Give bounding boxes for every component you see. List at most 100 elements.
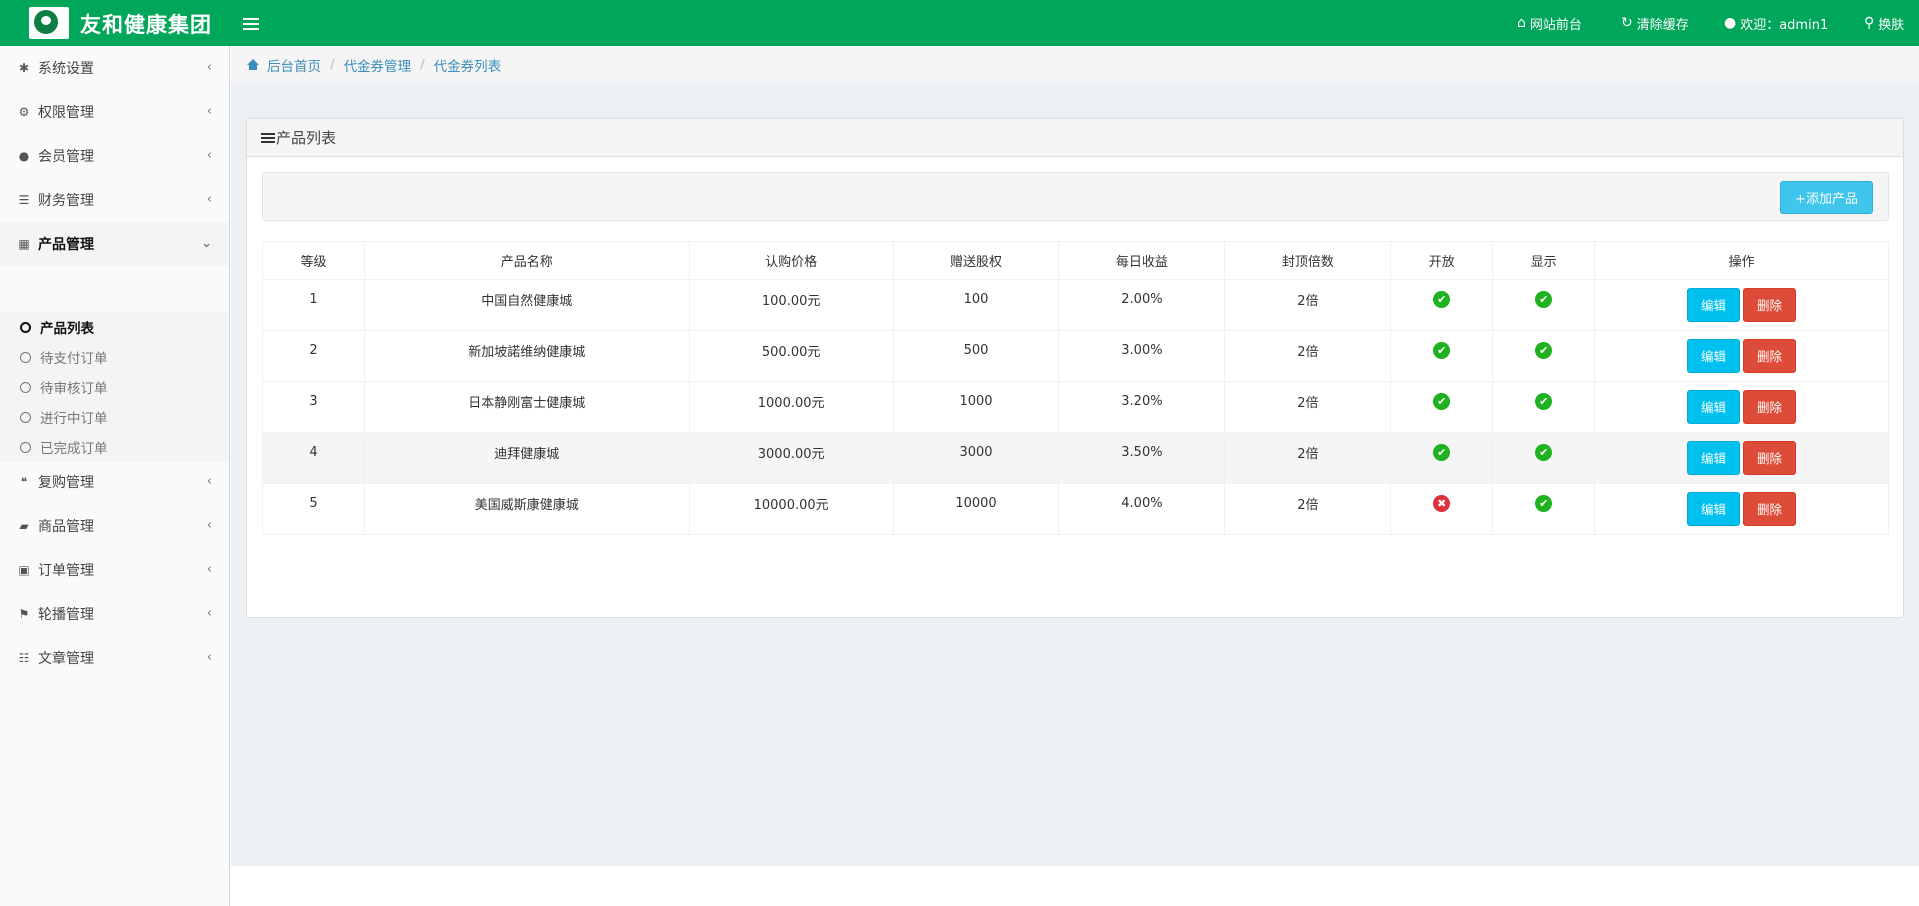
- submenu-item-pending-payment[interactable]: 待支付订单: [20, 345, 108, 369]
- delete-button[interactable]: 删除: [1743, 390, 1797, 424]
- main-content: 后台首页 / 代金券管理 / 代金券列表 产品列表 +添加产品 等级 产品名称 …: [231, 46, 1919, 866]
- check-circle-icon[interactable]: ✔: [1535, 494, 1553, 512]
- edit-button[interactable]: 编辑: [1687, 441, 1741, 475]
- table-header-row: 等级 产品名称 认购价格 赠送股权 每日收益 封顶倍数 开放 显示 操作: [262, 241, 1889, 280]
- cell-price: 10000.00元: [688, 483, 894, 535]
- delete-button[interactable]: 删除: [1743, 492, 1797, 526]
- bars-icon: ☰: [18, 193, 30, 207]
- submenu-item-pending-review[interactable]: 待审核订单: [20, 375, 108, 399]
- qrcode-icon: ▦: [18, 237, 30, 251]
- circle-icon: [20, 351, 31, 363]
- user-icon: ●: [1724, 15, 1737, 31]
- cell-actions: 编辑 删除: [1594, 381, 1889, 433]
- refresh-icon: ↻: [1621, 15, 1633, 31]
- sidebar-item-articles[interactable]: ☷ 文章管理 ‹: [0, 636, 229, 680]
- cell-daily: 3.50%: [1058, 432, 1226, 484]
- add-product-button[interactable]: +添加产品: [1780, 181, 1873, 214]
- cell-daily: 2.00%: [1058, 279, 1226, 331]
- cell-show: ✔: [1492, 381, 1596, 433]
- cell-level: 5: [262, 483, 365, 535]
- box-title: 产品列表: [276, 129, 337, 147]
- money-icon: ▣: [18, 563, 30, 577]
- sidebar-item-permissions[interactable]: ⚙ 权限管理 ‹: [0, 90, 229, 134]
- chevron-left-icon: ‹: [206, 60, 212, 75]
- cell-daily: 4.00%: [1058, 483, 1226, 535]
- check-circle-icon[interactable]: ✔: [1433, 392, 1451, 410]
- cell-show: ✔: [1492, 279, 1596, 331]
- sidebar-item-members[interactable]: ● 会员管理 ‹: [0, 134, 229, 178]
- gear-icon: ✱: [18, 61, 30, 75]
- sidebar-item-orders[interactable]: ▣ 订单管理 ‹: [0, 548, 229, 592]
- edit-button[interactable]: 编辑: [1687, 492, 1741, 526]
- home-icon: [247, 59, 259, 70]
- delete-button[interactable]: 删除: [1743, 339, 1797, 373]
- sidebar-item-products[interactable]: ▦ 产品管理 ⌄: [0, 222, 229, 266]
- col-header-daily: 每日收益: [1058, 241, 1226, 280]
- table-row: 1 中国自然健康城 100.00元 100 2.00% 2倍 ✔ ✔ 编辑 删除: [262, 279, 1889, 331]
- product-table: 等级 产品名称 认购价格 赠送股权 每日收益 封顶倍数 开放 显示 操作 1 中国…: [262, 241, 1889, 535]
- sidebar-item-system-settings[interactable]: ✱ 系统设置 ‹: [0, 46, 229, 90]
- box-header: 产品列表: [247, 119, 1903, 157]
- cell-name: 日本静刚富士健康城: [363, 381, 690, 433]
- sidebar-item-goods[interactable]: ▰ 商品管理 ‹: [0, 504, 229, 548]
- nav-user-welcome[interactable]: ● 欢迎：admin1: [1724, 0, 1828, 46]
- edit-button[interactable]: 编辑: [1687, 339, 1741, 373]
- edit-button[interactable]: 编辑: [1687, 390, 1741, 424]
- submenu-item-product-list[interactable]: 产品列表: [20, 315, 94, 339]
- check-circle-icon[interactable]: ✔: [1535, 341, 1553, 359]
- cell-show: ✔: [1492, 483, 1596, 535]
- check-circle-icon[interactable]: ✔: [1535, 290, 1553, 308]
- check-circle-icon[interactable]: ✔: [1433, 341, 1451, 359]
- cell-price: 500.00元: [688, 330, 894, 382]
- check-circle-icon[interactable]: ✔: [1535, 443, 1553, 461]
- submenu-item-completed[interactable]: 已完成订单: [20, 435, 108, 459]
- cell-level: 1: [262, 279, 365, 331]
- cell-actions: 编辑 删除: [1594, 279, 1889, 331]
- chevron-left-icon: ‹: [206, 148, 212, 163]
- circle-icon: [20, 411, 31, 423]
- cell-equity: 1000: [892, 381, 1060, 433]
- cell-show: ✔: [1492, 432, 1596, 484]
- col-header-equity: 赠送股权: [892, 241, 1060, 280]
- page-footer-area: [231, 866, 1919, 906]
- nav-link-clear-cache[interactable]: ↻ 清除缓存: [1621, 0, 1689, 46]
- cell-cap: 2倍: [1224, 432, 1392, 484]
- sidebar-toggle-icon[interactable]: [243, 12, 259, 34]
- col-header-cap: 封顶倍数: [1224, 241, 1392, 280]
- home-icon: ⌂: [1517, 15, 1526, 31]
- delete-button[interactable]: 删除: [1743, 441, 1797, 475]
- cell-price: 1000.00元: [688, 381, 894, 433]
- nav-link-skin[interactable]: ⚲ 换肤: [1864, 0, 1904, 46]
- cell-equity: 10000: [892, 483, 1060, 535]
- cell-cap: 2倍: [1224, 483, 1392, 535]
- check-circle-icon[interactable]: ✔: [1535, 392, 1553, 410]
- check-circle-icon[interactable]: ✔: [1433, 443, 1451, 461]
- nav-link-frontend[interactable]: ⌂ 网站前台: [1517, 0, 1582, 46]
- col-header-name: 产品名称: [363, 241, 690, 280]
- top-navbar: 友和健康集团 ⌂ 网站前台 ↻ 清除缓存 ● 欢迎：admin1 ⚲ 换肤: [0, 0, 1919, 46]
- cell-actions: 编辑 删除: [1594, 483, 1889, 535]
- breadcrumb-home[interactable]: 后台首页: [267, 55, 321, 75]
- sidebar-item-finance[interactable]: ☰ 财务管理 ‹: [0, 178, 229, 222]
- breadcrumb-voucher-list[interactable]: 代金券列表: [434, 55, 502, 75]
- chevron-left-icon: ‹: [206, 474, 212, 489]
- submenu-item-in-progress[interactable]: 进行中订单: [20, 405, 108, 429]
- cell-cap: 2倍: [1224, 330, 1392, 382]
- close-circle-icon[interactable]: ✖: [1433, 494, 1451, 512]
- table-row: 2 新加坡諾维纳健康城 500.00元 500 3.00% 2倍 ✔ ✔ 编辑 删除: [262, 330, 1889, 382]
- chevron-left-icon: ‹: [206, 562, 212, 577]
- table-row: 3 日本静刚富士健康城 1000.00元 1000 3.20% 2倍 ✔ ✔ 编辑 删除: [262, 381, 1889, 433]
- cell-actions: 编辑 删除: [1594, 432, 1889, 484]
- edit-button[interactable]: 编辑: [1687, 288, 1741, 322]
- chevron-left-icon: ‹: [206, 650, 212, 665]
- check-circle-icon[interactable]: ✔: [1433, 290, 1451, 308]
- delete-button[interactable]: 删除: [1743, 288, 1797, 322]
- sidebar-item-carousel[interactable]: ⚑ 轮播管理 ‹: [0, 592, 229, 636]
- brand-title: 友和健康集团: [80, 13, 212, 37]
- breadcrumb-voucher-management[interactable]: 代金券管理: [344, 55, 412, 75]
- sidebar-item-repurchase[interactable]: ❝ 复购管理 ‹: [0, 460, 229, 504]
- cell-cap: 2倍: [1224, 381, 1392, 433]
- cell-open: ✔: [1390, 381, 1494, 433]
- logo[interactable]: [29, 7, 69, 39]
- cell-actions: 编辑 删除: [1594, 330, 1889, 382]
